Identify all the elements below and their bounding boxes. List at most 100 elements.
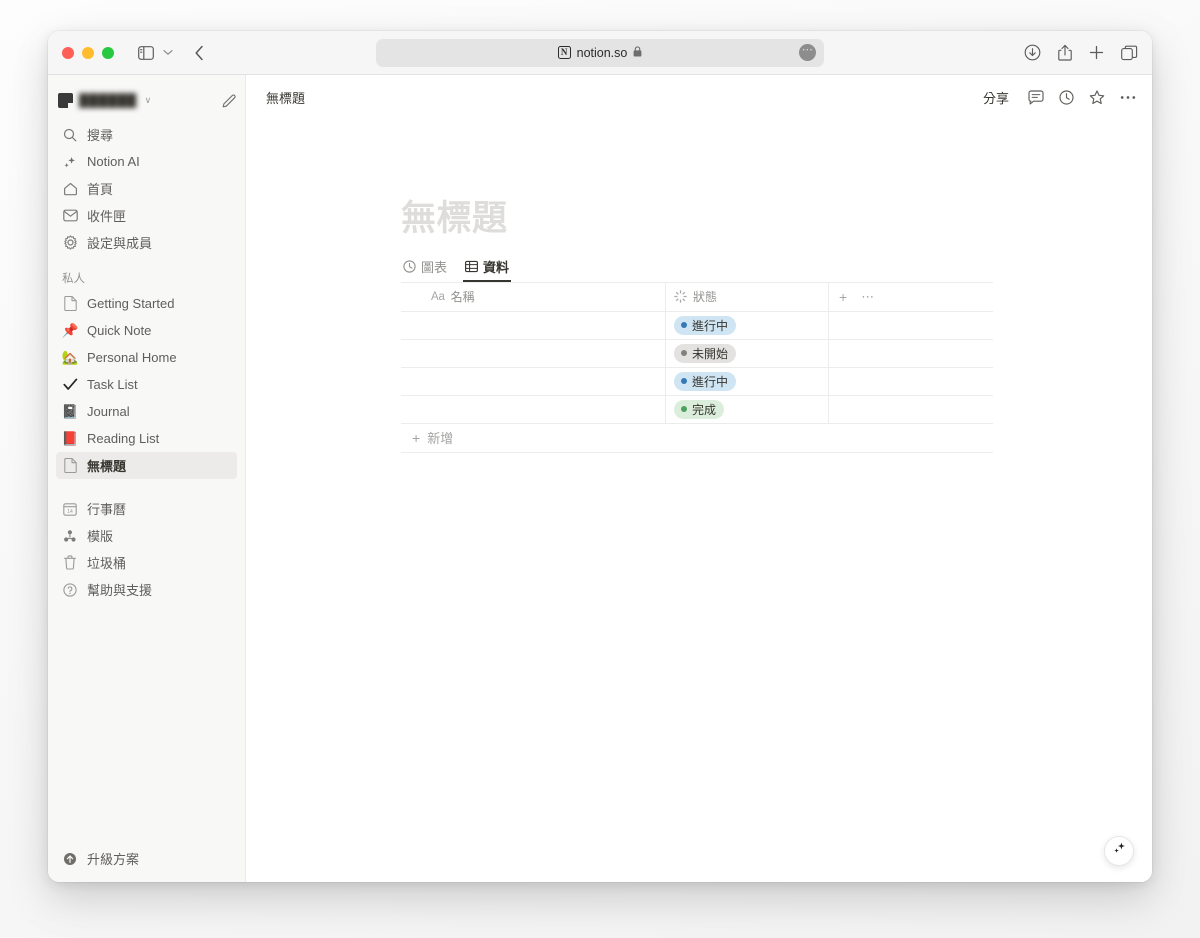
sidebar-item-label: 設定與成員 <box>87 233 152 252</box>
column-header-label: 名稱 <box>451 288 475 305</box>
lock-icon <box>633 46 642 60</box>
cell-name[interactable] <box>401 396 666 423</box>
check-icon <box>62 377 78 393</box>
sidebar-item-settings[interactable]: 設定與成員 <box>56 229 237 256</box>
sidebar-item-help[interactable]: 幫助與支援 <box>56 576 237 603</box>
share-button[interactable]: 分享 <box>979 86 1013 109</box>
breadcrumb[interactable]: 無標題 <box>260 86 311 109</box>
share-icon[interactable] <box>1058 44 1072 61</box>
sidebar-item-getting-started[interactable]: Getting Started <box>56 290 237 317</box>
sidebar-item-notion-ai[interactable]: Notion AI <box>56 148 237 175</box>
sidebar-item-quick-note[interactable]: 📌 Quick Note <box>56 317 237 344</box>
page-actions: 分享 <box>979 86 1136 109</box>
tab-overview-icon[interactable] <box>1121 45 1138 61</box>
cell-name[interactable] <box>401 368 666 395</box>
upgrade-plan-label: 升級方案 <box>87 849 139 868</box>
window-traffic-lights <box>62 47 114 59</box>
cell-extra <box>829 396 993 423</box>
status-spinner-icon <box>674 290 687 303</box>
chevron-down-icon[interactable]: ∨ <box>145 95 152 106</box>
browser-toolbar: N notion.so ⋯ <box>48 31 1152 75</box>
sidebar-item-task-list[interactable]: Task List <box>56 371 237 398</box>
close-window-button[interactable] <box>62 47 74 59</box>
sidebar-toggle-icon[interactable] <box>138 46 154 60</box>
notebook-icon: 📓 <box>62 404 78 420</box>
history-icon[interactable] <box>1059 90 1074 105</box>
sidebar-item-label: 幫助與支援 <box>87 580 152 599</box>
workspace-name: ██████ <box>79 93 137 108</box>
tab-data[interactable]: 資料 <box>463 253 511 282</box>
sidebar-footer-nav: 14 行事曆 <box>48 495 245 603</box>
cell-status[interactable]: 進行中 <box>666 368 829 395</box>
upgrade-plan-button[interactable]: 升級方案 <box>56 845 237 872</box>
toolbar-left-controls <box>138 45 205 61</box>
cell-name[interactable] <box>401 312 666 339</box>
sidebar-item-trash[interactable]: 垃圾桶 <box>56 549 237 576</box>
table-row[interactable]: 進行中 <box>401 368 993 396</box>
status-label: 未開始 <box>692 345 728 362</box>
chevron-down-icon[interactable] <box>163 49 173 56</box>
sidebar-item-reading-list[interactable]: 📕 Reading List <box>56 425 237 452</box>
sidebar-item-label: Task List <box>87 377 138 392</box>
sidebar: ██████ ∨ <box>48 75 246 882</box>
table-row[interactable]: 完成 <box>401 396 993 424</box>
minimize-window-button[interactable] <box>82 47 94 59</box>
workspace-switcher[interactable]: ██████ ∨ <box>58 85 237 115</box>
cell-extra <box>829 312 993 339</box>
downloads-icon[interactable] <box>1024 44 1041 61</box>
new-tab-icon[interactable] <box>1089 45 1104 60</box>
favorite-star-icon[interactable] <box>1089 90 1105 105</box>
tab-chart[interactable]: 圖表 <box>401 253 449 282</box>
sidebar-item-label: 收件匣 <box>87 206 126 225</box>
sidebar-item-journal[interactable]: 📓 Journal <box>56 398 237 425</box>
address-bar[interactable]: N notion.so ⋯ <box>376 39 824 67</box>
notion-app: ██████ ∨ <box>48 75 1152 882</box>
sidebar-item-search[interactable]: 搜尋 <box>56 121 237 148</box>
column-header-name[interactable]: Aa 名稱 <box>401 283 666 311</box>
column-header-status[interactable]: 狀態 <box>666 283 829 311</box>
sidebar-item-label: 行事曆 <box>87 499 126 518</box>
toolbar-right-controls <box>1024 44 1138 61</box>
document-icon <box>62 296 78 312</box>
column-header-label: 狀態 <box>693 288 717 305</box>
ai-assistant-button[interactable] <box>1104 836 1134 866</box>
add-row-button[interactable]: + 新增 <box>401 424 993 453</box>
cell-status[interactable]: 未開始 <box>666 340 829 367</box>
sidebar-item-personal-home[interactable]: 🏡 Personal Home <box>56 344 237 371</box>
column-options-button[interactable]: ⋯ <box>861 289 874 305</box>
cell-status[interactable]: 完成 <box>666 396 829 423</box>
comment-icon[interactable] <box>1028 90 1044 105</box>
tab-label: 資料 <box>483 257 509 276</box>
cell-name[interactable] <box>401 340 666 367</box>
more-options-icon[interactable] <box>1120 95 1136 100</box>
table-row[interactable]: 未開始 <box>401 340 993 368</box>
gear-icon <box>62 235 78 251</box>
status-badge[interactable]: 完成 <box>674 400 724 419</box>
sidebar-item-inbox[interactable]: 收件匣 <box>56 202 237 229</box>
table-row[interactable]: 進行中 <box>401 312 993 340</box>
sidebar-item-untitled[interactable]: 無標題 <box>56 452 237 479</box>
page-menu-button[interactable]: ⋯ <box>799 44 816 61</box>
maximize-window-button[interactable] <box>102 47 114 59</box>
trash-icon <box>62 555 78 571</box>
back-icon[interactable] <box>194 45 205 61</box>
add-column-button[interactable]: + <box>839 289 847 305</box>
plus-icon: + <box>412 431 420 445</box>
status-badge[interactable]: 進行中 <box>674 372 736 391</box>
status-badge[interactable]: 進行中 <box>674 316 736 335</box>
sidebar-item-calendar[interactable]: 14 行事曆 <box>56 495 237 522</box>
house-icon: 🏡 <box>62 350 78 366</box>
sidebar-item-label: Getting Started <box>87 296 174 311</box>
status-badge[interactable]: 未開始 <box>674 344 736 363</box>
calendar-icon: 14 <box>62 501 78 517</box>
sidebar-item-label: 垃圾桶 <box>87 553 126 572</box>
page-title[interactable]: 無標題 <box>401 197 999 241</box>
sidebar-item-home[interactable]: 首頁 <box>56 175 237 202</box>
workspace-avatar <box>58 93 73 108</box>
sidebar-private-nav: Getting Started 📌 Quick Note 🏡 Personal … <box>48 290 245 479</box>
sidebar-item-label: 搜尋 <box>87 125 113 144</box>
sidebar-item-templates[interactable]: 模版 <box>56 522 237 549</box>
new-page-icon[interactable] <box>222 93 237 108</box>
pin-icon: 📌 <box>62 323 78 339</box>
cell-status[interactable]: 進行中 <box>666 312 829 339</box>
